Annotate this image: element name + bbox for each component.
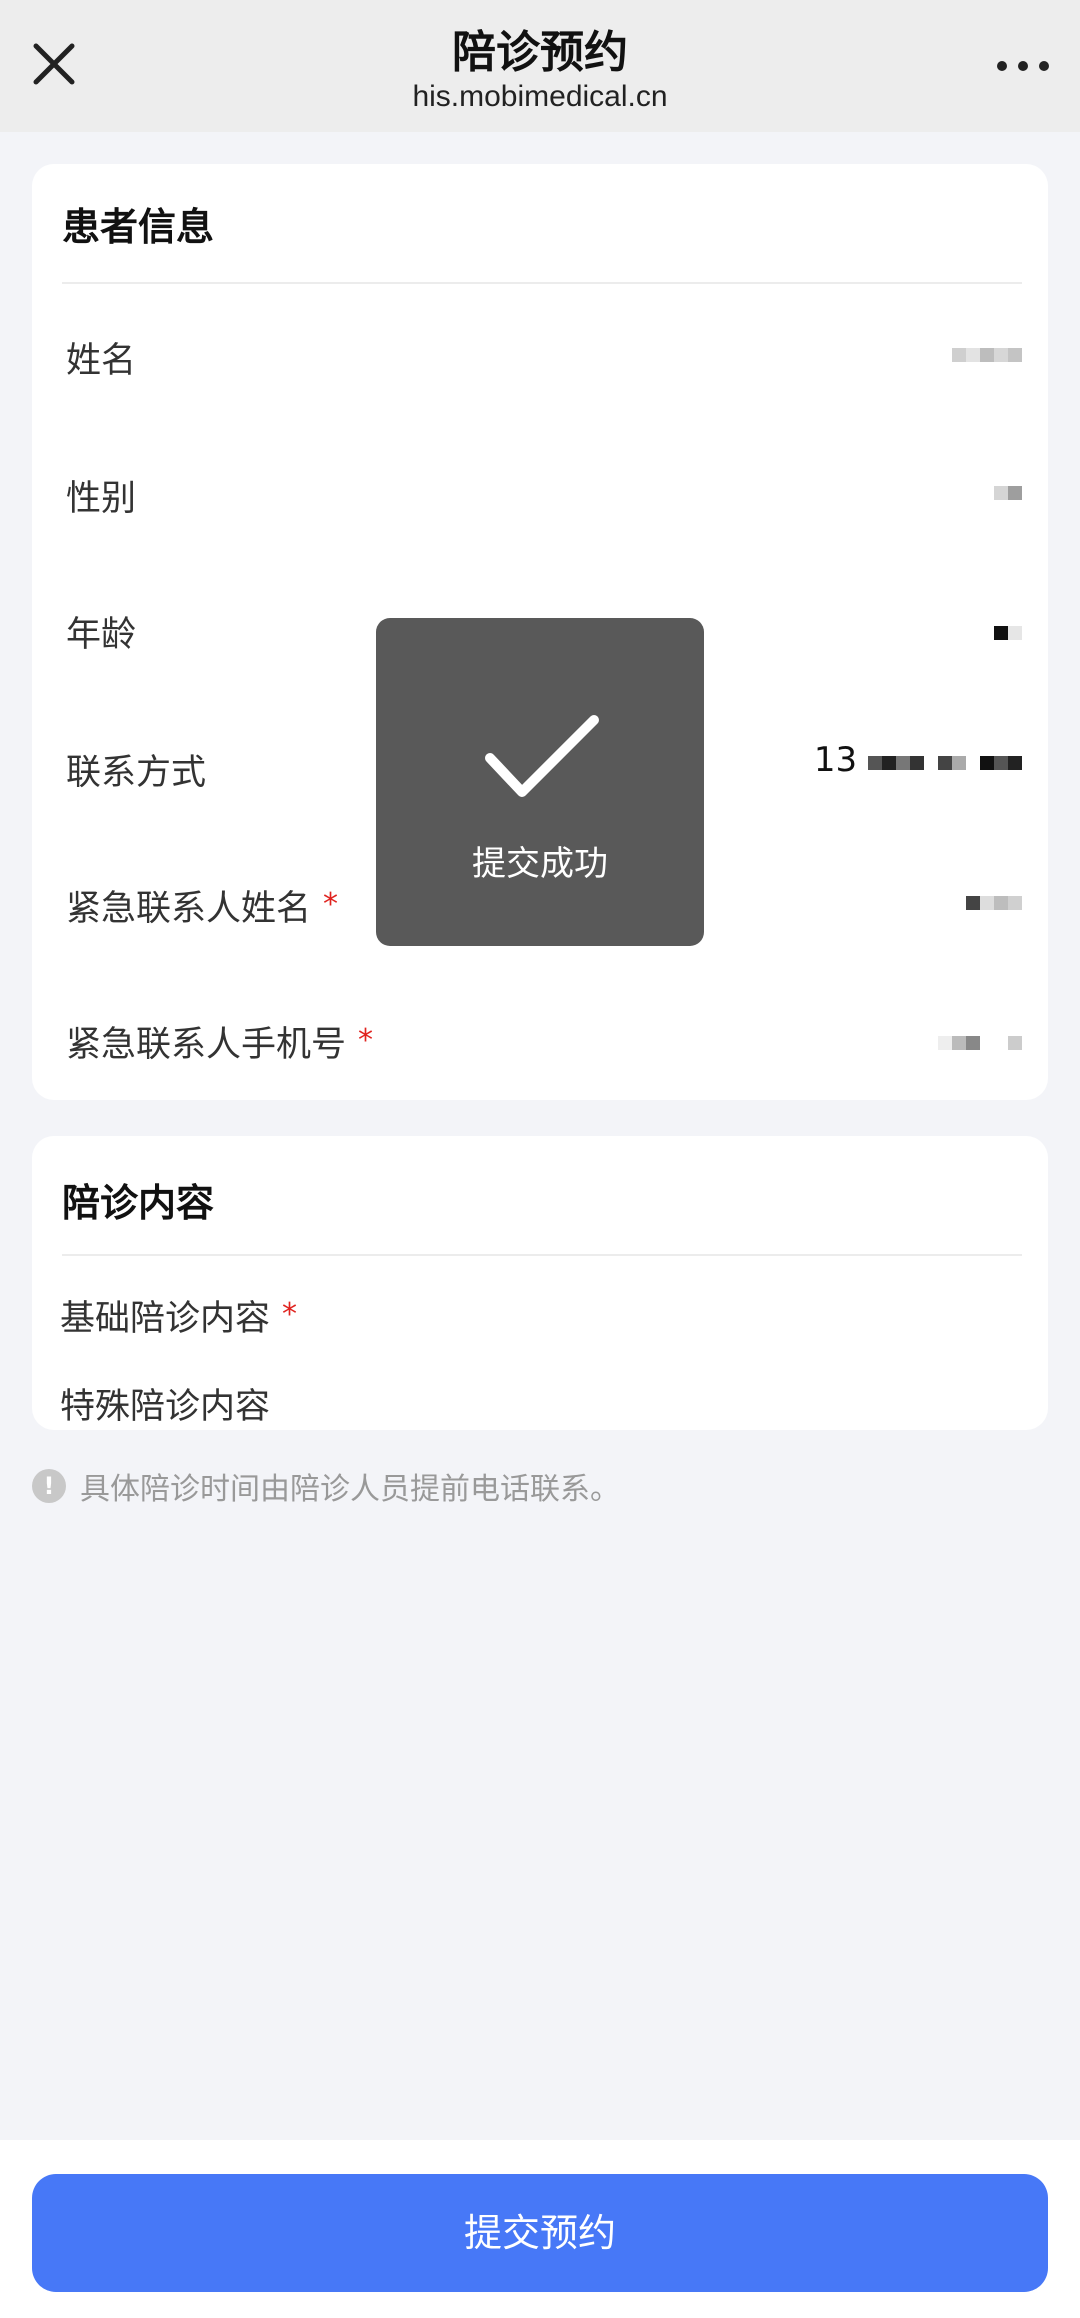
- name-label: 姓名: [66, 341, 137, 381]
- tip-text: 具体陪诊时间由陪诊人员提前电话联系。: [80, 1472, 620, 1507]
- required-mark: *: [323, 887, 339, 922]
- divider: [62, 1254, 1022, 1256]
- basic-service-label-text: 基础陪诊内容: [60, 1299, 271, 1339]
- name-value[interactable]: [952, 332, 1022, 374]
- age-value[interactable]: [994, 610, 1022, 652]
- page-title: 陪诊预约: [452, 27, 628, 78]
- check-icon: [480, 708, 604, 808]
- gender-value[interactable]: [994, 470, 1022, 512]
- info-icon: !: [32, 1469, 66, 1503]
- contact-value[interactable]: 13: [814, 740, 1022, 782]
- success-toast: 提交成功: [376, 618, 704, 946]
- special-service-label[interactable]: 特殊陪诊内容: [60, 1378, 270, 1429]
- toast-text: 提交成功: [472, 844, 608, 884]
- submit-booking-button[interactable]: 提交预约: [32, 2174, 1048, 2292]
- service-content-title: 陪诊内容: [62, 1181, 215, 1225]
- schedule-tip: ! 具体陪诊时间由陪诊人员提前电话联系。: [32, 1464, 620, 1508]
- required-mark: *: [282, 1297, 298, 1332]
- redacted-value: [952, 334, 1022, 374]
- more-icon[interactable]: [988, 40, 1058, 90]
- service-content-card: 陪诊内容 基础陪诊内容 * 特殊陪诊内容: [32, 1136, 1048, 1430]
- redacted-value: [868, 742, 1022, 782]
- age-label: 年龄: [66, 615, 137, 655]
- redacted-value: [966, 882, 1022, 922]
- emergency-name-label: 紧急联系人姓名 *: [66, 880, 338, 931]
- contact-label: 联系方式: [66, 753, 207, 793]
- contact-value-text: 13: [813, 740, 858, 780]
- divider: [62, 282, 1022, 284]
- emergency-phone-value[interactable]: [938, 1020, 1022, 1062]
- gender-label: 性别: [66, 479, 137, 519]
- top-bar: 陪诊预约 his.mobimedical.cn: [0, 0, 1080, 132]
- redacted-value: [938, 1022, 1022, 1062]
- redacted-value: [994, 472, 1022, 512]
- page-domain: his.mobimedical.cn: [412, 80, 668, 113]
- emergency-phone-label: 紧急联系人手机号 *: [66, 1016, 373, 1067]
- emergency-name-label-text: 紧急联系人姓名: [66, 889, 312, 929]
- redacted-value: [994, 612, 1022, 652]
- basic-service-label[interactable]: 基础陪诊内容 *: [60, 1290, 297, 1341]
- emergency-name-value[interactable]: [966, 880, 1022, 922]
- emergency-phone-label-text: 紧急联系人手机号: [66, 1025, 347, 1065]
- patient-info-title: 患者信息: [62, 205, 215, 249]
- required-mark: *: [358, 1023, 374, 1058]
- footer-bar: 提交预约: [0, 2140, 1080, 2318]
